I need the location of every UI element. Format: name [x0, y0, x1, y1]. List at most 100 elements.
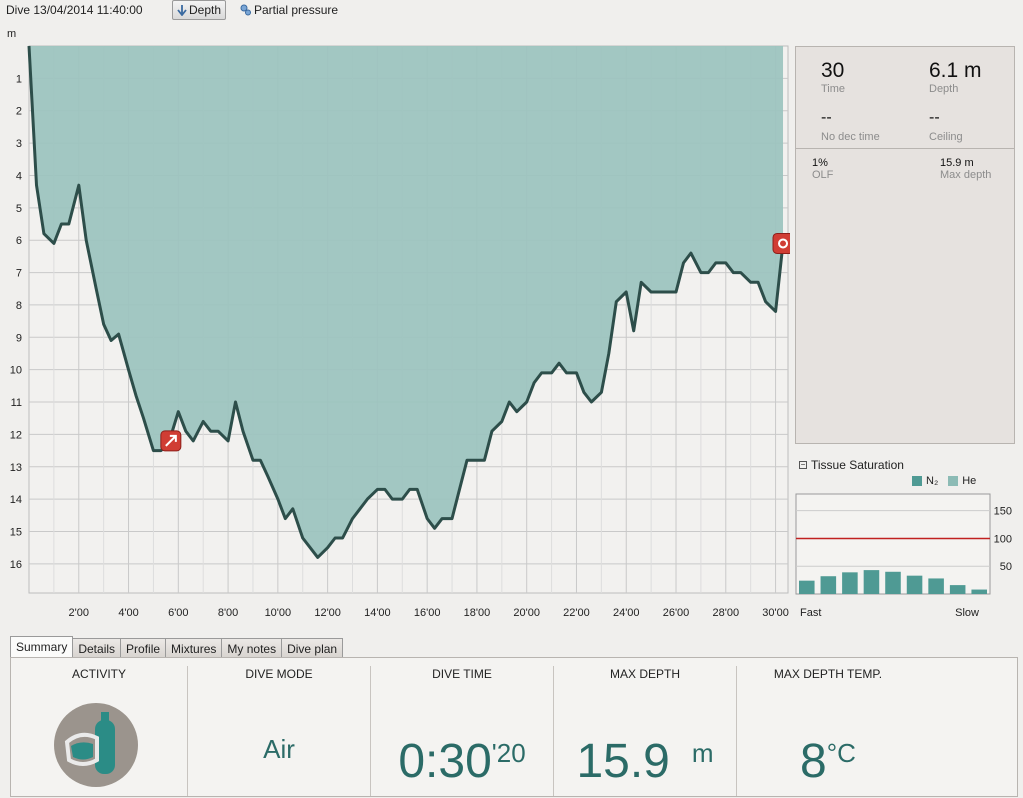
tissue-legend: N₂ He [912, 475, 976, 487]
y-tick-label: 2 [16, 106, 22, 118]
tab-profile[interactable]: Profile [120, 638, 167, 659]
x-tick-label: 12'00 [314, 607, 341, 619]
time-value: 30 [821, 59, 845, 82]
partial-pressure-button[interactable]: Partial pressure [236, 0, 342, 20]
slow-label: Slow [955, 607, 979, 619]
ascent-arrow-icon[interactable] [160, 430, 182, 452]
y-tick-label: 3 [16, 138, 22, 150]
temp-number: 8 [800, 735, 827, 788]
activity-column: ACTIVITY [11, 658, 187, 798]
ceiling-value: -- [929, 109, 940, 126]
y-tick-label: 13 [10, 462, 22, 474]
toolbar: Dive 13/04/2014 11:40:00 Depth Partial p… [0, 0, 1023, 20]
max-depth-header: MAX DEPTH [609, 667, 680, 681]
y-tick-label: 14 [10, 494, 22, 506]
depth-button-label: Depth [189, 3, 222, 17]
summary-panel: ACTIVITY DIVE MODE Air DIVE TIME 0:30'20… [10, 657, 1018, 797]
y-tick-label: 7 [16, 268, 22, 280]
max-depth-column: MAX DEPTH 15.9 m [554, 658, 736, 798]
dive-time-value: 0:30'20 [371, 734, 553, 789]
tissue-saturation-header[interactable]: − Tissue Saturation [799, 458, 904, 472]
fast-label: Fast [800, 607, 821, 619]
max-depth-summary-value: 15.9 m [554, 734, 736, 789]
y-tick-label: 5 [16, 203, 22, 215]
depth-arrow-icon [177, 5, 187, 16]
bubbles-icon [240, 4, 251, 16]
n2-swatch [912, 476, 922, 486]
tab-bar: Summary Details Profile Mixtures My note… [10, 636, 344, 659]
max-depth-temp-header: MAX DEPTH TEMP. [773, 667, 883, 681]
tab-dive-plan[interactable]: Dive plan [281, 638, 344, 659]
n2-legend-label: N₂ [926, 475, 939, 487]
y-tick-label: 15 [10, 527, 22, 539]
y-tick-label: 11 [11, 397, 22, 409]
diving-mask-tank-icon [54, 703, 138, 787]
max-depth-label: Max depth [940, 169, 992, 181]
dive-mode-header: DIVE MODE [245, 667, 313, 681]
x-tick-label: 6'00 [168, 607, 188, 619]
y-axis-unit: m [7, 28, 17, 40]
x-tick-label: 18'00 [464, 607, 491, 619]
dive-info-panel: 30 Time 6.1 m Depth -- No dec time -- Ce… [795, 46, 1015, 444]
no-dec-time-label: No dec time [821, 131, 880, 143]
olf-label: OLF [812, 169, 834, 181]
x-tick-label: 30'00 [762, 607, 789, 619]
he-legend-label: He [962, 475, 977, 487]
olf-value: 1% [812, 157, 828, 169]
temp-unit: °C [826, 738, 856, 768]
n2-tissue-bar [799, 580, 815, 594]
n2-tissue-bar [928, 578, 944, 594]
partial-pressure-label: Partial pressure [254, 3, 339, 17]
x-tick-label: 8'00 [218, 607, 238, 619]
y-tick-label: 12 [10, 429, 22, 441]
tissue-saturation-title: Tissue Saturation [811, 458, 904, 472]
y-tick-label: 1 [16, 73, 22, 85]
x-tick-label: 2'00 [69, 607, 89, 619]
y-tick-label: 9 [16, 332, 22, 344]
y-tick-label: 10 [10, 365, 22, 377]
n2-tissue-bar [906, 575, 923, 594]
x-tick-label: 28'00 [712, 607, 739, 619]
dive-time-main: 0:30 [398, 735, 492, 788]
depth-profile-chart[interactable]: 12345678910111213141516 2'00 4'00 6'00 8'00… [0, 40, 790, 630]
x-tick-label: 20'00 [513, 607, 540, 619]
depth-label: Depth [929, 83, 959, 95]
n2-tissue-bar [863, 570, 880, 594]
tab-summary[interactable]: Summary [10, 636, 74, 659]
depth-value: 6.1 m [929, 59, 982, 82]
collapse-icon[interactable]: − [799, 461, 807, 469]
max-depth-temp-column: MAX DEPTH TEMP. 8°C [737, 658, 919, 798]
x-tick-label: 14'00 [364, 607, 391, 619]
y-tick-label: 8 [16, 300, 22, 312]
tissue-tick-label: 100 [994, 533, 1012, 545]
panel-divider [796, 148, 1014, 149]
no-dec-time-value: -- [821, 109, 832, 126]
n2-tissue-bar [885, 571, 901, 594]
tab-my-notes[interactable]: My notes [221, 638, 283, 659]
he-swatch [948, 476, 959, 486]
max-depth-number: 15.9 [576, 735, 670, 788]
tissue-tick-label: 150 [994, 506, 1012, 518]
tab-mixtures[interactable]: Mixtures [165, 638, 223, 659]
max-depth-unit: m [691, 738, 714, 768]
depth-button[interactable]: Depth [172, 0, 227, 20]
dive-mode-value: Air [263, 734, 295, 764]
tab-details[interactable]: Details [72, 638, 122, 659]
n2-tissue-bar [842, 572, 858, 594]
dive-title: Dive 13/04/2014 11:40:00 [6, 3, 143, 17]
x-tick-label: 24'00 [613, 607, 640, 619]
x-tick-label: 26'00 [663, 607, 690, 619]
x-tick-label: 10'00 [265, 607, 292, 619]
n2-tissue-bar [949, 585, 966, 594]
tissue-saturation-chart: 150 100 50 Fast Slow [795, 493, 1012, 619]
ceiling-label: Ceiling [929, 131, 963, 143]
max-depth-temp-value: 8°C [737, 734, 919, 789]
y-tick-label: 16 [10, 559, 22, 571]
dive-mode-column: DIVE MODE Air [188, 658, 370, 798]
y-tick-label: 4 [16, 170, 22, 182]
n2-tissue-bar [820, 576, 837, 594]
dive-time-column: DIVE TIME 0:30'20 [371, 658, 553, 798]
x-tick-label: 16'00 [414, 607, 441, 619]
dive-time-seconds: '20 [491, 738, 526, 768]
end-marker-icon[interactable] [772, 232, 790, 254]
